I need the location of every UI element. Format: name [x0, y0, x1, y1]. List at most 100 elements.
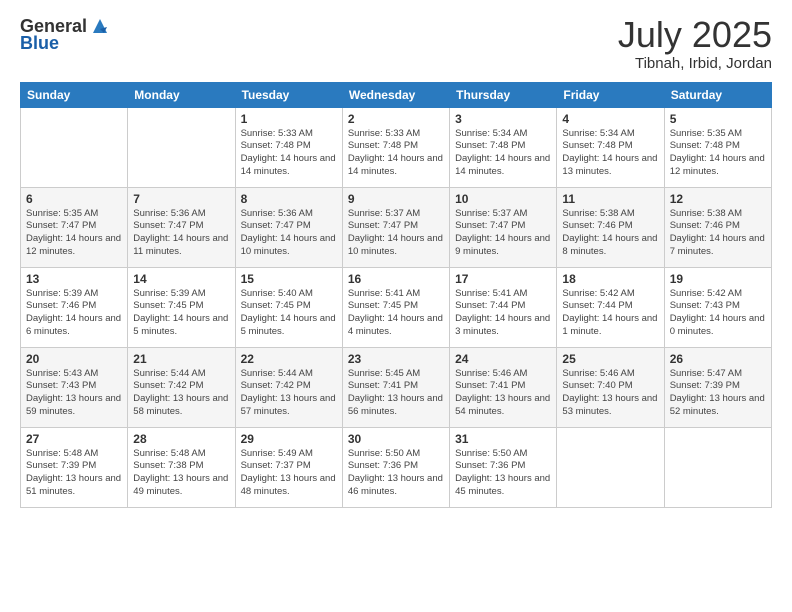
day-info: Sunrise: 5:46 AM Sunset: 7:40 PM Dayligh… — [562, 368, 658, 419]
week-row-3: 20 Sunrise: 5:43 AM Sunset: 7:43 PM Dayli… — [21, 347, 772, 427]
day-number: 28 — [133, 432, 229, 446]
day-number: 4 — [562, 112, 658, 126]
calendar-cell: 26Sunrise: 5:47 AM Sunset: 7:39 PM Dayli… — [664, 347, 771, 427]
calendar-cell: 8 Sunrise: 5:36 AM Sunset: 7:47 PM Daylig… — [235, 187, 342, 267]
header-friday: Friday — [557, 82, 664, 107]
calendar-cell: 5 Sunrise: 5:35 AM Sunset: 7:48 PM Daylig… — [664, 107, 771, 187]
calendar-cell: 24 Sunrise: 5:46 AM Sunset: 7:41 PM Dayli… — [450, 347, 557, 427]
day-number: 5 — [670, 112, 766, 126]
calendar-cell: 31 Sunrise: 5:50 AM Sunset: 7:36 PM Dayli… — [450, 427, 557, 507]
calendar-cell: 27Sunrise: 5:48 AM Sunset: 7:39 PM Dayli… — [21, 427, 128, 507]
calendar-cell: 23Sunrise: 5:45 AM Sunset: 7:41 PM Dayli… — [342, 347, 449, 427]
day-info: Sunrise: 5:34 AM Sunset: 7:48 PM Dayligh… — [562, 128, 658, 179]
logo: General Blue — [20, 15, 111, 54]
page: General Blue July 2025 Tibnah, Irbid, Jo… — [0, 0, 792, 612]
day-number: 25 — [562, 352, 658, 366]
day-info: Sunrise: 5:35 AM Sunset: 7:47 PM Dayligh… — [26, 208, 122, 259]
day-info: Sunrise: 5:46 AM Sunset: 7:41 PM Dayligh… — [455, 368, 551, 419]
week-row-1: 6 Sunrise: 5:35 AM Sunset: 7:47 PM Daylig… — [21, 187, 772, 267]
header: General Blue July 2025 Tibnah, Irbid, Jo… — [20, 15, 772, 72]
day-number: 13 — [26, 272, 122, 286]
calendar-cell: 6 Sunrise: 5:35 AM Sunset: 7:47 PM Daylig… — [21, 187, 128, 267]
day-info: Sunrise: 5:37 AM Sunset: 7:47 PM Dayligh… — [455, 208, 551, 259]
day-info: Sunrise: 5:44 AM Sunset: 7:42 PM Dayligh… — [241, 368, 337, 419]
logo-blue-text: Blue — [20, 33, 59, 54]
day-number: 9 — [348, 192, 444, 206]
calendar-cell: 11 Sunrise: 5:38 AM Sunset: 7:46 PM Dayli… — [557, 187, 664, 267]
day-number: 3 — [455, 112, 551, 126]
day-number: 7 — [133, 192, 229, 206]
day-number: 12 — [670, 192, 766, 206]
calendar-cell: 12Sunrise: 5:38 AM Sunset: 7:46 PM Dayli… — [664, 187, 771, 267]
day-number: 31 — [455, 432, 551, 446]
calendar-cell: 10 Sunrise: 5:37 AM Sunset: 7:47 PM Dayli… — [450, 187, 557, 267]
day-info: Sunrise: 5:37 AM Sunset: 7:47 PM Dayligh… — [348, 208, 444, 259]
day-info: Sunrise: 5:50 AM Sunset: 7:36 PM Dayligh… — [455, 448, 551, 499]
calendar-cell: 22Sunrise: 5:44 AM Sunset: 7:42 PM Dayli… — [235, 347, 342, 427]
day-number: 11 — [562, 192, 658, 206]
calendar-cell: 30 Sunrise: 5:50 AM Sunset: 7:36 PM Dayli… — [342, 427, 449, 507]
day-info: Sunrise: 5:36 AM Sunset: 7:47 PM Dayligh… — [133, 208, 229, 259]
location-title: Tibnah, Irbid, Jordan — [618, 55, 772, 72]
day-info: Sunrise: 5:39 AM Sunset: 7:46 PM Dayligh… — [26, 288, 122, 339]
day-info: Sunrise: 5:34 AM Sunset: 7:48 PM Dayligh… — [455, 128, 551, 179]
day-info: Sunrise: 5:38 AM Sunset: 7:46 PM Dayligh… — [562, 208, 658, 259]
calendar-cell: 18Sunrise: 5:42 AM Sunset: 7:44 PM Dayli… — [557, 267, 664, 347]
day-info: Sunrise: 5:33 AM Sunset: 7:48 PM Dayligh… — [241, 128, 337, 179]
day-info: Sunrise: 5:39 AM Sunset: 7:45 PM Dayligh… — [133, 288, 229, 339]
calendar-cell: 13 Sunrise: 5:39 AM Sunset: 7:46 PM Dayli… — [21, 267, 128, 347]
title-block: July 2025 Tibnah, Irbid, Jordan — [618, 15, 772, 72]
day-number: 10 — [455, 192, 551, 206]
day-number: 29 — [241, 432, 337, 446]
weekday-header-row: Sunday Monday Tuesday Wednesday Thursday… — [21, 82, 772, 107]
day-info: Sunrise: 5:42 AM Sunset: 7:43 PM Dayligh… — [670, 288, 766, 339]
day-info: Sunrise: 5:36 AM Sunset: 7:47 PM Dayligh… — [241, 208, 337, 259]
day-number: 20 — [26, 352, 122, 366]
header-thursday: Thursday — [450, 82, 557, 107]
day-info: Sunrise: 5:33 AM Sunset: 7:48 PM Dayligh… — [348, 128, 444, 179]
calendar-cell: 20 Sunrise: 5:43 AM Sunset: 7:43 PM Dayli… — [21, 347, 128, 427]
week-row-0: 1 Sunrise: 5:33 AM Sunset: 7:48 PM Daylig… — [21, 107, 772, 187]
day-info: Sunrise: 5:42 AM Sunset: 7:44 PM Dayligh… — [562, 288, 658, 339]
calendar-cell: 25 Sunrise: 5:46 AM Sunset: 7:40 PM Dayli… — [557, 347, 664, 427]
calendar-cell: 28 Sunrise: 5:48 AM Sunset: 7:38 PM Dayli… — [128, 427, 235, 507]
calendar-cell: 16Sunrise: 5:41 AM Sunset: 7:45 PM Dayli… — [342, 267, 449, 347]
calendar-cell: 21Sunrise: 5:44 AM Sunset: 7:42 PM Dayli… — [128, 347, 235, 427]
day-number: 14 — [133, 272, 229, 286]
day-info: Sunrise: 5:41 AM Sunset: 7:44 PM Dayligh… — [455, 288, 551, 339]
day-info: Sunrise: 5:50 AM Sunset: 7:36 PM Dayligh… — [348, 448, 444, 499]
day-number: 27 — [26, 432, 122, 446]
day-number: 30 — [348, 432, 444, 446]
calendar-cell: 3 Sunrise: 5:34 AM Sunset: 7:48 PM Daylig… — [450, 107, 557, 187]
header-saturday: Saturday — [664, 82, 771, 107]
calendar-cell — [21, 107, 128, 187]
day-info: Sunrise: 5:40 AM Sunset: 7:45 PM Dayligh… — [241, 288, 337, 339]
day-info: Sunrise: 5:43 AM Sunset: 7:43 PM Dayligh… — [26, 368, 122, 419]
day-number: 21 — [133, 352, 229, 366]
calendar-cell — [128, 107, 235, 187]
calendar: Sunday Monday Tuesday Wednesday Thursday… — [20, 82, 772, 508]
day-info: Sunrise: 5:49 AM Sunset: 7:37 PM Dayligh… — [241, 448, 337, 499]
month-title: July 2025 — [618, 15, 772, 55]
day-number: 6 — [26, 192, 122, 206]
header-monday: Monday — [128, 82, 235, 107]
day-number: 2 — [348, 112, 444, 126]
calendar-cell: 29 Sunrise: 5:49 AM Sunset: 7:37 PM Dayli… — [235, 427, 342, 507]
header-tuesday: Tuesday — [235, 82, 342, 107]
day-number: 15 — [241, 272, 337, 286]
calendar-cell — [557, 427, 664, 507]
day-number: 23 — [348, 352, 444, 366]
calendar-cell: 7 Sunrise: 5:36 AM Sunset: 7:47 PM Daylig… — [128, 187, 235, 267]
calendar-cell: 4 Sunrise: 5:34 AM Sunset: 7:48 PM Daylig… — [557, 107, 664, 187]
calendar-cell: 19Sunrise: 5:42 AM Sunset: 7:43 PM Dayli… — [664, 267, 771, 347]
header-sunday: Sunday — [21, 82, 128, 107]
calendar-cell: 15 Sunrise: 5:40 AM Sunset: 7:45 PM Dayli… — [235, 267, 342, 347]
day-info: Sunrise: 5:35 AM Sunset: 7:48 PM Dayligh… — [670, 128, 766, 179]
week-row-2: 13 Sunrise: 5:39 AM Sunset: 7:46 PM Dayli… — [21, 267, 772, 347]
day-number: 17 — [455, 272, 551, 286]
day-number: 1 — [241, 112, 337, 126]
day-info: Sunrise: 5:41 AM Sunset: 7:45 PM Dayligh… — [348, 288, 444, 339]
day-number: 24 — [455, 352, 551, 366]
day-info: Sunrise: 5:48 AM Sunset: 7:38 PM Dayligh… — [133, 448, 229, 499]
day-number: 8 — [241, 192, 337, 206]
